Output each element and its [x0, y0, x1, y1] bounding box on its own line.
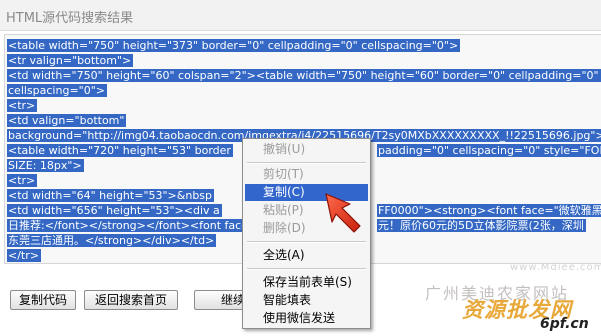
menu-separator [247, 241, 366, 243]
copy-code-button[interactable]: 复制代码 [10, 290, 76, 310]
code-line: <tr> [7, 99, 38, 112]
menu-item-save-form[interactable]: 保存当前表单(S) [245, 274, 368, 291]
watermark-site: 6pf.cn [540, 316, 589, 332]
menu-item-cut[interactable]: 剪切(T) [245, 166, 368, 183]
menu-item-undo[interactable]: 撤销(U) [245, 141, 368, 158]
code-line: cellspacing="0"> [7, 84, 107, 97]
red-arrow-icon [325, 193, 361, 233]
code-line: <td width="656" height="53"><div a [7, 204, 222, 217]
menu-item-smart-fill[interactable]: 智能填表 [245, 292, 368, 309]
menu-item-select-all[interactable]: 全选(A) [245, 247, 368, 264]
code-line: <table width="750" height="373" border="… [7, 39, 461, 52]
menu-separator [247, 268, 366, 270]
code-line: 东莞三店通用。</strong></div></td> [7, 234, 217, 247]
code-line: SIZE: 18px"> [7, 159, 84, 172]
code-line: <table width="720" height="53" border [7, 144, 233, 157]
code-line-fragment: 元！原价60元的5D立体影院票(2张，深圳 [377, 219, 586, 232]
code-line: <tr valign="bottom"> [7, 54, 134, 67]
code-line: <td width="750" height="60" colspan="2">… [7, 69, 601, 82]
code-line: <td valign="bottom" [7, 114, 127, 127]
code-line-fragment: padding="0" cellspacing="0" style="FONT- [377, 143, 601, 158]
menu-item-wechat-send[interactable]: 使用微信发送 [245, 310, 368, 327]
title-bar: HTML源代码搜索结果 [0, 0, 601, 31]
page-title: HTML源代码搜索结果 [6, 11, 134, 26]
code-line: </tr> [7, 249, 41, 262]
code-line: <td width="64" height="53">&nbsp [7, 189, 215, 202]
code-line: 日推荐:</font></strong></font><font face="微 [7, 219, 276, 232]
code-line-fragment: FF0000"><strong><font face="微软雅黑"> [377, 203, 601, 218]
watermark-en: www.Mdiee.com [510, 262, 601, 273]
menu-separator [247, 162, 366, 164]
back-search-button[interactable]: 返回搜索首页 [84, 290, 178, 310]
code-line: <tr> [7, 174, 38, 187]
